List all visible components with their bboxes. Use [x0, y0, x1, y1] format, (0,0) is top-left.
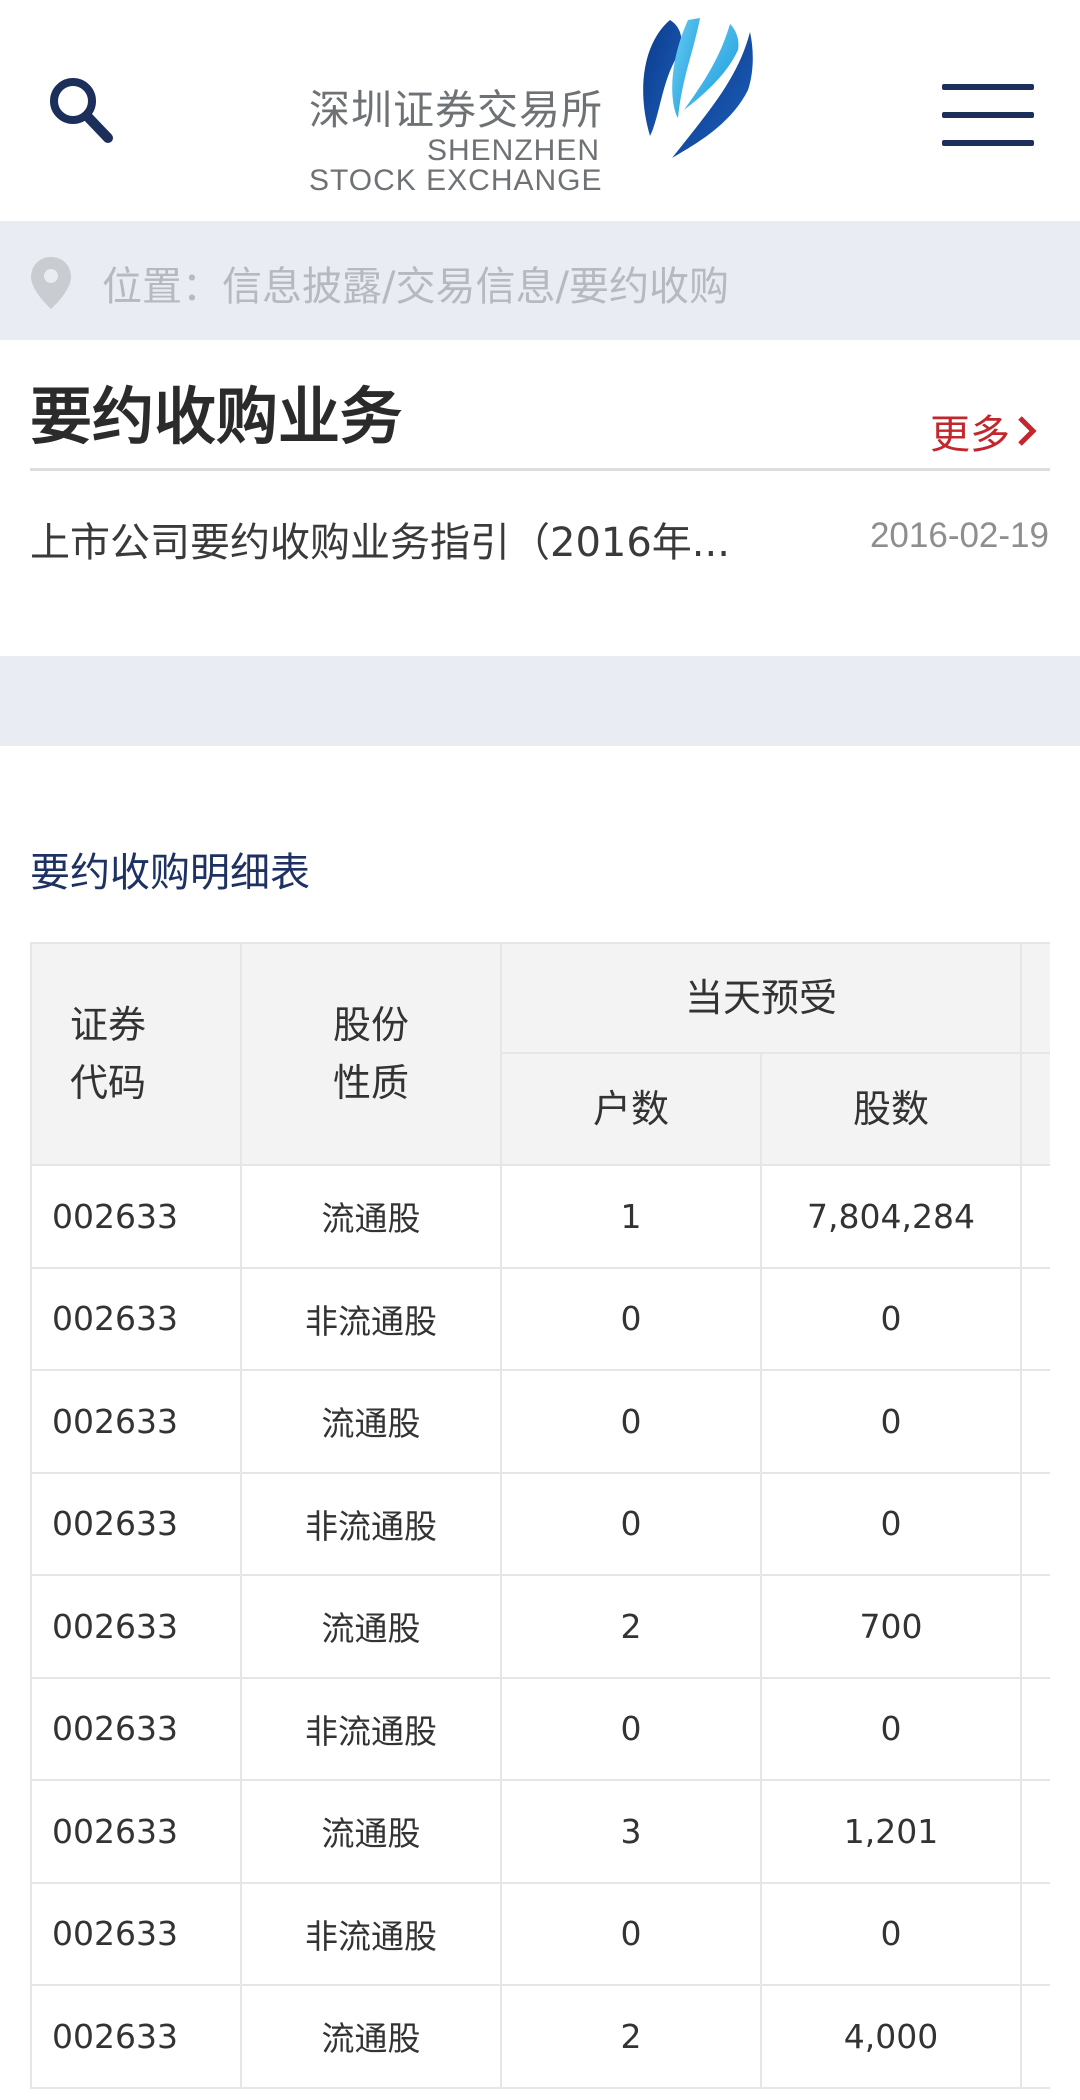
cell-share-type: 非流通股	[240, 1471, 502, 1576]
cell-share-type: 非流通股	[240, 1676, 502, 1781]
cell-households: 0	[500, 1881, 762, 1986]
cell-shares: 0	[759, 1471, 1023, 1576]
logo-name-cn: 深圳证券交易所	[309, 86, 603, 134]
section-title: 要约收购业务	[30, 380, 403, 453]
cell-security-code: 002633	[30, 1984, 242, 2089]
cell-households: 1	[500, 1164, 762, 1269]
cell-households: 3	[500, 1779, 762, 1884]
more-link-label: 更多	[930, 412, 1010, 458]
table-row: 002633 非流通股 0 0	[30, 1881, 1050, 1986]
cell-households: 0	[500, 1369, 762, 1474]
table-row: 002633 流通股 1 7,804,284	[30, 1164, 1050, 1269]
cell-share-type: 非流通股	[240, 1266, 502, 1371]
cell-shares: 1,201	[759, 1779, 1023, 1884]
cell-shares: 0	[759, 1676, 1023, 1781]
cell-offscreen	[1020, 1881, 1050, 1986]
news-item-title[interactable]: 上市公司要约收购业务指引（2016年...	[30, 510, 730, 568]
section-divider	[30, 468, 1050, 471]
table-heading: 要约收购明细表	[30, 850, 310, 896]
cell-offscreen	[1020, 1779, 1050, 1884]
header-security-code-line2: 代码	[70, 1061, 147, 1105]
header-security-code: 证券 代码	[30, 942, 242, 1166]
cell-security-code: 002633	[30, 1779, 242, 1884]
cell-shares: 7,804,284	[759, 1164, 1023, 1269]
header-share-type-line1: 股份	[332, 1003, 409, 1047]
cell-security-code: 002633	[30, 1369, 242, 1474]
section-separator	[0, 656, 1080, 746]
header-cell-offscreen	[1020, 1052, 1050, 1166]
cell-shares: 0	[759, 1881, 1023, 1986]
chevron-right-icon	[1018, 416, 1037, 446]
detail-table-scroll[interactable]: 证券 代码 股份 性质 当天预受 户数 股数 002633 流通股 1 7,804,2…	[30, 942, 1050, 2100]
breadcrumb-text: 位置：信息披露/交易信息/要约收购	[102, 264, 729, 310]
cell-security-code: 002633	[30, 1164, 242, 1269]
table-row: 002633 流通股 3 1,201	[30, 1779, 1050, 1884]
cell-households: 2	[500, 1984, 762, 2089]
cell-offscreen	[1020, 1574, 1050, 1679]
cell-offscreen	[1020, 1266, 1050, 1371]
cell-households: 2	[500, 1574, 762, 1679]
cell-offscreen	[1020, 1471, 1050, 1576]
cell-shares: 0	[759, 1369, 1023, 1474]
cell-offscreen	[1020, 1164, 1050, 1269]
header-share-type-line2: 性质	[332, 1061, 409, 1105]
cell-offscreen	[1020, 1984, 1050, 2089]
table-row: 002633 非流通股 0 0	[30, 1676, 1050, 1781]
cell-shares: 700	[759, 1574, 1023, 1679]
table-row: 002633 非流通股 0 0	[30, 1266, 1050, 1371]
szse-logo[interactable]: 深圳证券交易所 SHENZHEN STOCK EXCHANGE	[305, 18, 755, 203]
table-row: 002633 流通股 2 700	[30, 1574, 1050, 1679]
header-cell-offscreen	[1020, 942, 1050, 1054]
cell-share-type: 流通股	[240, 1779, 502, 1884]
header-today-pre-accepted: 当天预受	[499, 942, 1023, 1054]
logo-mark-icon	[643, 18, 753, 158]
header-share-type: 股份 性质	[240, 942, 502, 1166]
cell-shares: 0	[759, 1266, 1023, 1371]
cell-security-code: 002633	[30, 1266, 242, 1371]
cell-households: 0	[500, 1676, 762, 1781]
cell-households: 0	[500, 1266, 762, 1371]
header-security-code-line1: 证券	[70, 1003, 147, 1047]
news-item-date: 2016-02-19	[869, 516, 1049, 555]
menu-button[interactable]	[942, 80, 1038, 150]
cell-share-type: 流通股	[240, 1369, 502, 1474]
header-households: 户数	[500, 1052, 762, 1166]
cell-shares: 4,000	[759, 1984, 1023, 2089]
cell-security-code: 002633	[30, 1574, 242, 1679]
table-row: 002633 流通股 2 4,000	[30, 1984, 1050, 2089]
logo-name-en-line2: STOCK EXCHANGE	[309, 164, 603, 197]
more-link[interactable]: 更多	[930, 402, 1038, 460]
cell-share-type: 非流通股	[240, 1881, 502, 1986]
cell-security-code: 002633	[30, 1676, 242, 1781]
header-shares: 股数	[759, 1052, 1023, 1166]
cell-share-type: 流通股	[240, 1164, 502, 1269]
table-row: 002633 流通股 0 0	[30, 1369, 1050, 1474]
cell-security-code: 002633	[30, 1881, 242, 1986]
cell-offscreen	[1020, 1369, 1050, 1474]
cell-security-code: 002633	[30, 1471, 242, 1576]
location-pin-icon	[31, 257, 71, 309]
cell-share-type: 流通股	[240, 1574, 502, 1679]
table-row: 002633 非流通股 0 0	[30, 1471, 1050, 1576]
cell-offscreen	[1020, 1676, 1050, 1781]
header: 深圳证券交易所 SHENZHEN STOCK EXCHANGE	[0, 0, 1080, 221]
search-button[interactable]	[40, 68, 120, 148]
logo-name-en-line1: SHENZHEN	[427, 134, 601, 167]
cell-households: 0	[500, 1471, 762, 1576]
search-icon	[50, 78, 113, 143]
cell-share-type: 流通股	[240, 1984, 502, 2089]
detail-table: 证券 代码 股份 性质 当天预受 户数 股数 002633 流通股 1 7,804,2…	[30, 942, 1050, 2089]
